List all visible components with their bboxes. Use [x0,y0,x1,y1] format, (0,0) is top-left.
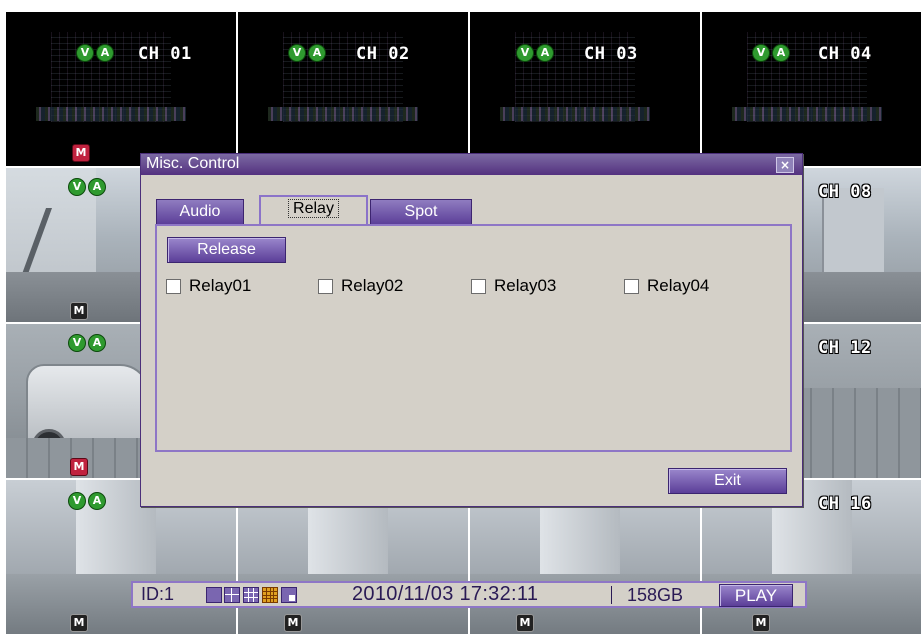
single-view-icon[interactable] [206,587,222,603]
misc-control-dialog: Misc. Control × Audio Relay Spot Release… [140,153,803,507]
channel-label: CH 02 [356,44,410,64]
tab-label: Relay [288,199,339,218]
motion-indicator-icon: M [72,144,90,162]
exit-button[interactable]: Exit [668,468,787,494]
channel-label: CH 04 [818,44,872,64]
camera-view-ch01[interactable]: V A CH 01 M [6,12,236,166]
video-indicator-icon: V [76,44,94,62]
relay-checkbox-4[interactable]: Relay04 [624,276,709,296]
play-button[interactable]: PLAY [719,584,793,607]
relay-label: Relay02 [341,276,404,295]
status-indicators: V A [752,44,790,62]
checkbox-icon[interactable] [471,278,486,294]
relay-checkbox-3[interactable]: Relay03 [471,276,556,296]
video-noise [268,107,418,121]
tab-spot[interactable]: Spot [370,199,472,225]
video-indicator-icon: V [68,492,86,510]
video-noise [500,107,650,121]
relay-label: Relay04 [647,276,710,295]
datetime-display: 2010/11/03 17:32:11 [352,583,539,605]
dialog-titlebar[interactable]: Misc. Control × [141,154,802,175]
channel-label: CH 12 [818,338,872,358]
motion-indicator-icon: M [70,458,88,476]
release-button[interactable]: Release [167,237,286,263]
nine-view-icon[interactable] [243,587,259,603]
motion-indicator-icon: M [284,614,302,632]
close-icon[interactable]: × [776,157,794,173]
sixteen-view-icon[interactable] [262,587,278,603]
audio-indicator-icon: A [88,492,106,510]
checkbox-icon[interactable] [318,278,333,294]
dialog-title: Misc. Control [146,155,240,172]
video-noise [732,107,882,121]
status-indicators: V A [76,44,114,62]
tab-relay[interactable]: Relay [259,195,368,226]
camera-view-ch02[interactable]: V A CH 02 [238,12,468,166]
audio-indicator-icon: A [88,178,106,196]
tab-label: Spot [404,203,438,220]
camera-view-ch04[interactable]: V A CH 04 [702,12,921,166]
status-indicators: V A [516,44,554,62]
relay-checkbox-1[interactable]: Relay01 [166,276,251,296]
motion-indicator-icon: M [752,614,770,632]
dvr-screen: V A CH 01 M V A CH 02 V A CH 03 V A CH 0… [0,0,921,641]
video-indicator-icon: V [752,44,770,62]
video-noise [36,107,186,121]
video-indicator-icon: V [288,44,306,62]
channel-label: CH 01 [138,44,192,64]
camera-view-ch03[interactable]: V A CH 03 [470,12,700,166]
status-indicators: V A [288,44,326,62]
audio-indicator-icon: A [772,44,790,62]
video-indicator-icon: V [68,334,86,352]
tab-audio[interactable]: Audio [156,199,244,225]
motion-indicator-icon: M [70,614,88,632]
video-indicator-icon: V [516,44,534,62]
audio-indicator-icon: A [88,334,106,352]
divider [611,586,612,604]
checkbox-icon[interactable] [624,278,639,294]
quad-view-icon[interactable] [224,587,240,603]
status-indicators: V A [68,178,106,196]
pip-view-icon[interactable] [281,587,297,603]
motion-indicator-icon: M [516,614,534,632]
relay-label: Relay01 [189,276,252,295]
channel-label: CH 03 [584,44,638,64]
checkbox-icon[interactable] [166,278,181,294]
audio-indicator-icon: A [536,44,554,62]
video-indicator-icon: V [68,178,86,196]
status-bar: ID:1 2010/11/03 17:32:11 158GB PLAY [131,581,807,608]
tab-label: Audio [179,203,221,220]
channel-label: CH 16 [818,494,872,514]
device-id: ID:1 [141,584,175,604]
status-indicators: V A [68,492,106,510]
status-indicators: V A [68,334,106,352]
channel-label: CH 08 [818,182,872,202]
storage-capacity: 158GB [627,585,684,605]
relay-checkbox-2[interactable]: Relay02 [318,276,403,296]
audio-indicator-icon: A [308,44,326,62]
audio-indicator-icon: A [96,44,114,62]
motion-indicator-icon: M [70,302,88,320]
relay-label: Relay03 [494,276,557,295]
